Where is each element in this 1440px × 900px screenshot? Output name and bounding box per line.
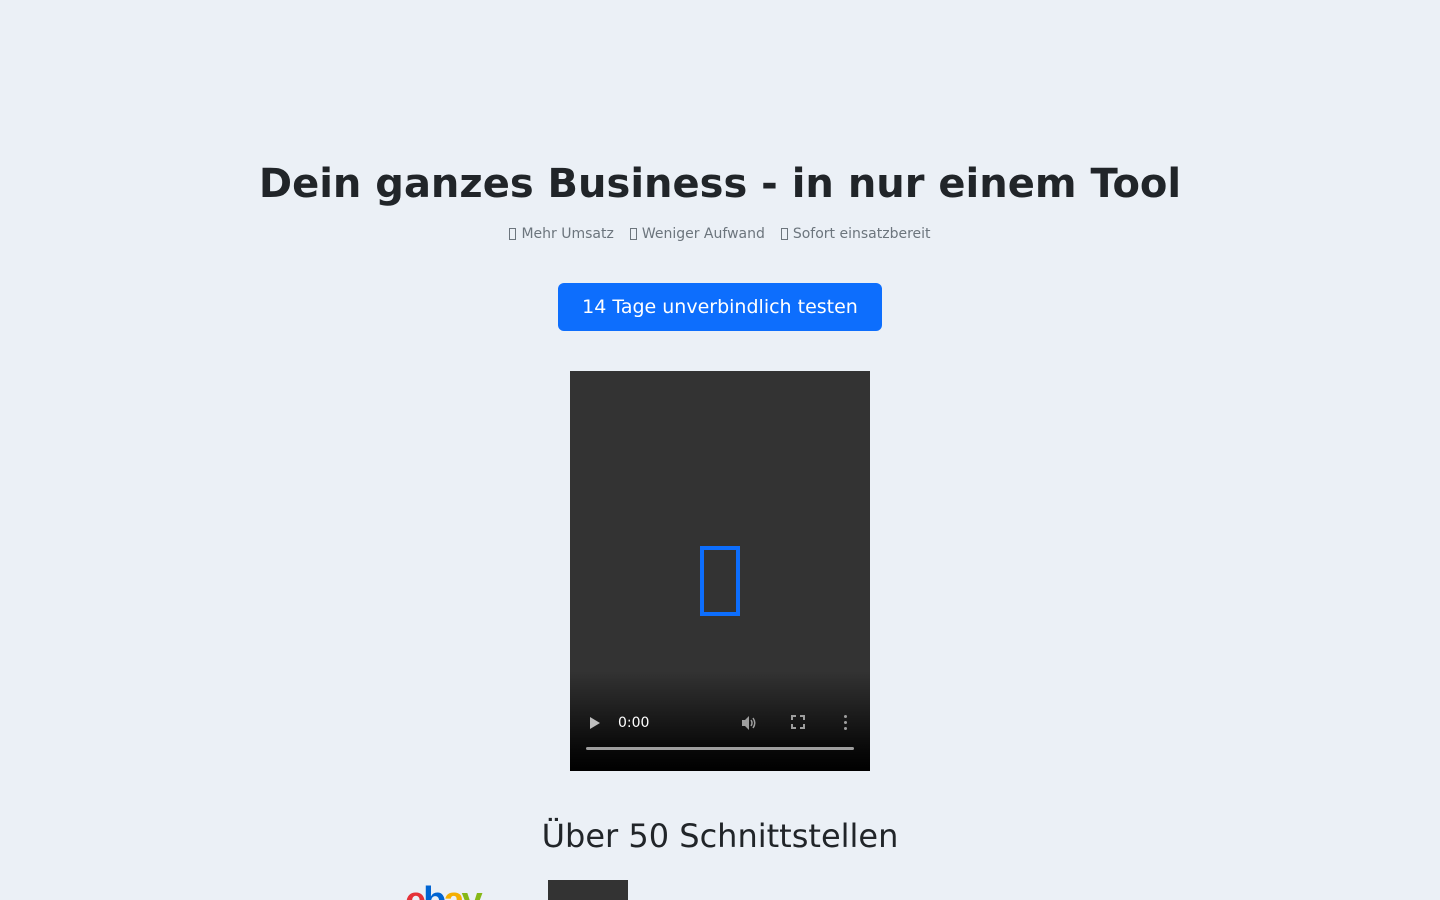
check-icon — [509, 228, 517, 240]
ebay-logo: ebay — [405, 882, 483, 900]
benefit-list: Mehr Umsatz Weniger Aufwand Sofort einsa… — [0, 225, 1440, 243]
integrations-title: Über 50 Schnittstellen — [541, 817, 899, 855]
video-progress-bar[interactable] — [586, 747, 854, 750]
video-player[interactable]: 0:00 — [570, 371, 870, 771]
benefit-item: Mehr Umsatz — [509, 225, 614, 243]
fullscreen-icon[interactable] — [791, 715, 805, 729]
play-icon[interactable] — [700, 546, 740, 616]
check-icon — [780, 228, 788, 240]
more-options-icon[interactable] — [844, 715, 848, 731]
page-headline: Dein ganzes Business - in nur einem Tool — [258, 161, 1182, 207]
partner-logo — [548, 880, 628, 900]
benefit-item: Weniger Aufwand — [629, 225, 765, 243]
hero-section: Dein ganzes Business - in nur einem Tool… — [0, 0, 1440, 900]
integration-logos: ebay — [0, 880, 1440, 900]
video-time: 0:00 — [618, 715, 650, 731]
check-icon — [629, 228, 637, 240]
trial-cta-button[interactable]: 14 Tage unverbindlich testen — [558, 283, 882, 331]
play-button-icon[interactable] — [590, 717, 600, 729]
volume-icon[interactable] — [740, 714, 758, 732]
video-controls: 0:00 — [570, 701, 870, 771]
benefit-label: Mehr Umsatz — [521, 226, 614, 242]
benefit-item: Sofort einsatzbereit — [780, 225, 931, 243]
benefit-label: Weniger Aufwand — [641, 226, 765, 242]
benefit-label: Sofort einsatzbereit — [792, 226, 931, 242]
